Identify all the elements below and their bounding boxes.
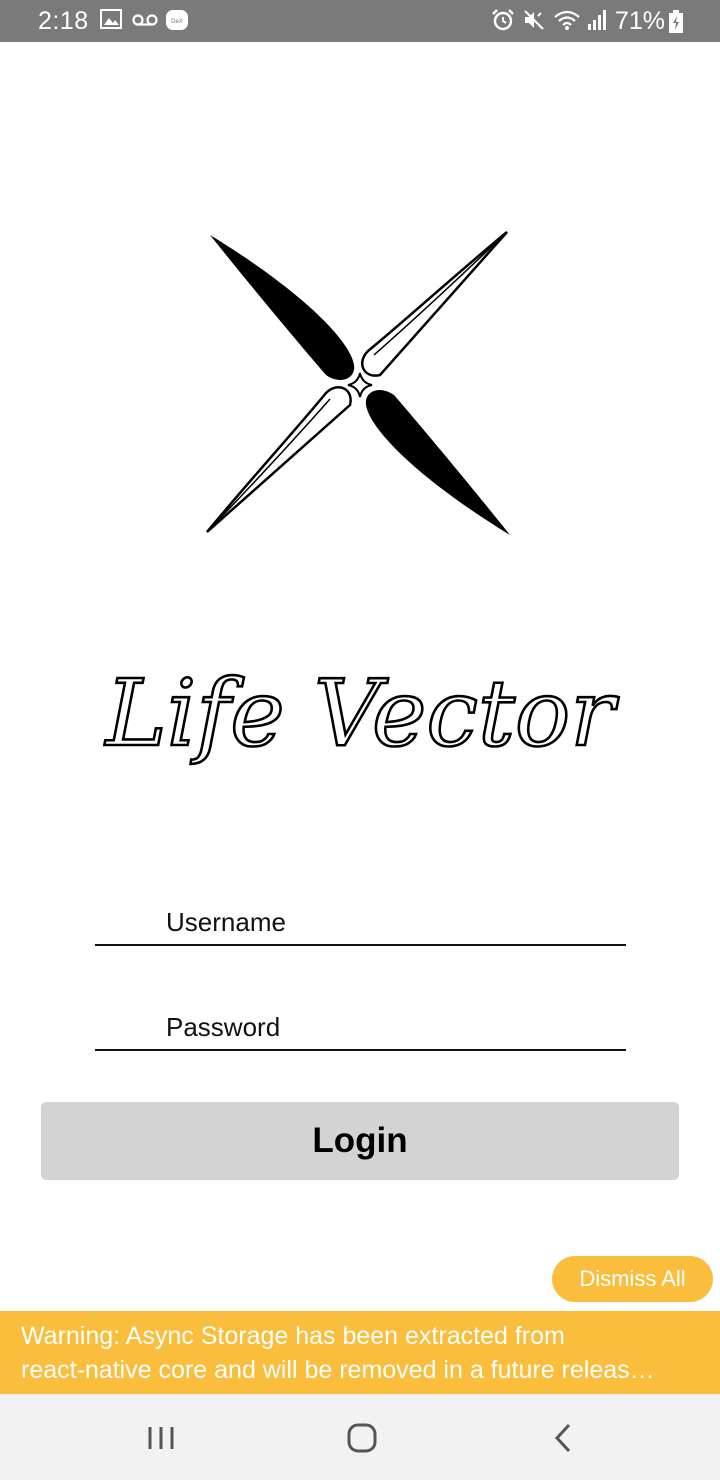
home-icon[interactable] xyxy=(340,1416,384,1460)
app-logo xyxy=(206,231,510,535)
mute-icon xyxy=(524,10,544,30)
login-button[interactable]: Login xyxy=(41,1102,679,1180)
password-input[interactable] xyxy=(95,1007,626,1047)
recent-apps-icon[interactable] xyxy=(139,1416,183,1460)
dex-icon: DeX xyxy=(166,10,188,30)
username-input[interactable] xyxy=(95,902,626,942)
battery-icon xyxy=(669,10,683,33)
svg-text:DeX: DeX xyxy=(171,19,183,25)
navigation-bar xyxy=(0,1394,720,1480)
signal-icon xyxy=(588,10,606,30)
back-icon[interactable] xyxy=(542,1416,586,1460)
app-wordmark: Life Vector xyxy=(102,659,620,769)
dismiss-all-button[interactable]: Dismiss All xyxy=(552,1256,713,1302)
alarm-icon xyxy=(492,9,514,31)
status-time: 2:18 xyxy=(38,7,89,35)
wifi-icon xyxy=(554,10,580,30)
battery-percent: 71% xyxy=(615,7,666,35)
password-field-container xyxy=(95,1007,626,1051)
warning-banner[interactable]: Warning: Async Storage has been extracte… xyxy=(0,1311,720,1394)
status-bar: 2:18 DeX 71% xyxy=(0,0,720,42)
warning-text-line-1: Warning: Async Storage has been extracte… xyxy=(21,1322,565,1350)
username-field-container xyxy=(95,902,626,946)
image-icon xyxy=(100,9,122,29)
warning-text-line-2: react-native core and will be removed in… xyxy=(21,1356,655,1384)
brand-name: Life Vector xyxy=(104,660,620,767)
voicemail-icon xyxy=(132,14,158,26)
